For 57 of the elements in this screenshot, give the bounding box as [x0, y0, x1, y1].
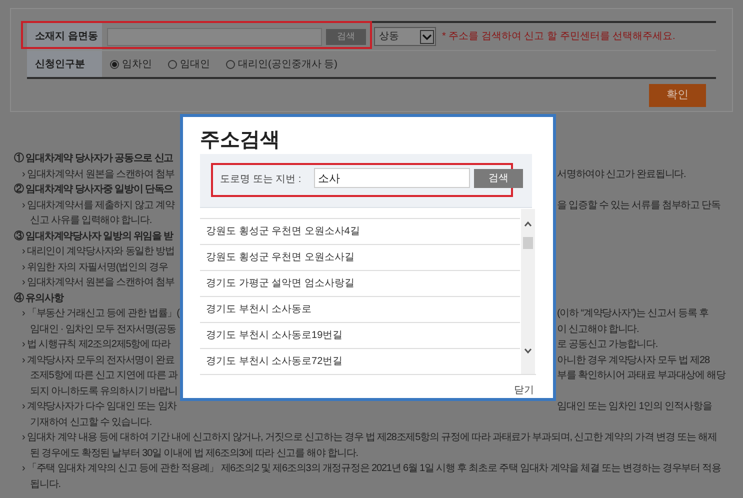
note-text: › 임대차 계약 내용 등에 대하여 기간 내에 신고하지 않거나, 거짓으로 신고하는 경우 법 제28조제5항의 규정에 따라 과태료가 부과되며, 신고한 계약의 가격 변경 또는 해제	[21, 431, 717, 446]
close-link[interactable]: 닫기	[514, 383, 534, 398]
note-text: › 임대차계약서 원본을 스캔하여 첨부	[21, 276, 174, 290]
search-label: 도로명 또는 지번 :	[220, 173, 302, 187]
scroll-down-icon[interactable]	[524, 348, 532, 354]
note-text: 이 신고해야 합니다.	[557, 322, 639, 337]
section-heading: ③ 임대차계약당사자 일방의 위임을 받	[14, 230, 174, 244]
confirm-button[interactable]: 확인	[649, 84, 706, 107]
result-item[interactable]: 강원도 횡성군 우천면 오원소사4길	[200, 218, 520, 244]
note-text: › 임대차계약서 원본을 스캔하여 첨부	[21, 168, 174, 182]
note-text: › 대리인이 계약당사자와 동일한 방법	[21, 245, 174, 260]
note-text: › 법 시행규칙 제2조의2제5항에 따라	[21, 338, 171, 352]
result-item[interactable]: 경기도 가평군 설악면 엄소사랑길	[200, 270, 520, 296]
note-text: › 계약당사자 모두의 전자서명이 완료	[21, 354, 174, 368]
result-item[interactable]: 경기도 부천시 소사동로19번길	[200, 322, 520, 348]
note-text: 조제5항에 따른 신고 지연에 따른 과	[29, 369, 178, 384]
radio-button[interactable]	[226, 60, 235, 68]
radio-option[interactable]: 임차인	[110, 56, 152, 72]
note-text: › 위임한 자의 자필서명(법인의 경우	[21, 260, 168, 275]
result-item[interactable]: 경기도 부천시 소사동로72번길	[200, 348, 520, 374]
note-text: 임대인 또는 임차인 1인의 인적사항을	[557, 400, 712, 414]
note-text: 로 공동신고 가능합니다.	[557, 338, 658, 352]
dialog-title: 주소검색	[200, 128, 280, 153]
note-text: 서명하여야 신고가 완료됩니다.	[557, 168, 686, 182]
note-text: 아니한 경우 계약당사자 모두 법 제28	[557, 354, 710, 368]
scrollbar[interactable]	[521, 209, 535, 374]
note-text: › 임대차계약서를 제출하지 않고 계약	[21, 198, 174, 213]
note-text: › 「주택 임대차 계약의 신고 등에 관한 적용례」 제6조의2 및 제6조의3의 개정규정은 2021년 6월 1일 시행 후 최초로 주택 임대차 계약을 체결 또는 변경하는 경우부터 적용	[21, 462, 722, 476]
field-label: 소재지 읍면동	[27, 23, 102, 50]
note-text: 을 입증할 수 있는 서류를 첨부하고 단독	[557, 198, 720, 213]
radio-option[interactable]: 대리인(공인중개사 등)	[226, 56, 338, 72]
radio-button[interactable]	[168, 60, 177, 68]
section-heading: ① 임대차계약 당사자가 공동으로 신고	[14, 152, 174, 166]
address-field[interactable]	[107, 28, 322, 46]
radio-button[interactable]	[110, 60, 119, 68]
note-text: 됩니다.	[29, 478, 60, 492]
section-heading: ④ 유의사항	[14, 292, 64, 306]
dropdown[interactable]: 상동	[374, 27, 436, 46]
hint-text: * 주소를 검색하여 신고 할 주민센터를 선택해주세요.	[442, 30, 676, 44]
note-text: 부를 확인하시어 과태료 부과대상에 해당	[557, 369, 726, 384]
note-text: 임대인 · 임차인 모두 전자서명(공동	[29, 322, 176, 337]
note-text: 신고 사유를 입력해야 합니다.	[29, 214, 152, 228]
result-item[interactable]: 경기도 부천시 소사동로	[200, 296, 520, 322]
note-text: 된 경우에도 확정된 날부터 30일 이내에 법 제6조의3에 따라 신고를 해야 합니다.	[29, 446, 358, 461]
scroll-thumb[interactable]	[523, 237, 533, 249]
note-text: › 「부동산 거래신고 등에 관한 법률」(	[21, 306, 180, 322]
scroll-up-icon[interactable]	[524, 221, 532, 227]
radio-option[interactable]: 임대인	[168, 56, 210, 72]
search-button[interactable]: 검색	[474, 169, 523, 188]
field-label: 신청인구분	[27, 51, 102, 77]
note-text: 기재하여 신고할 수 있습니다.	[29, 416, 152, 430]
search-field[interactable]: 소사	[314, 168, 470, 188]
section-heading: ② 임대차계약 당사자중 일방이 단독으	[14, 182, 174, 198]
result-item[interactable]: 강원도 횡성군 우천면 오원소사길	[200, 244, 520, 270]
note-text: 되지 아니하도록 유의하시기 바랍니	[29, 384, 178, 399]
note-text: › 계약당사자가 다수 임대인 또는 임차	[21, 400, 177, 414]
note-text: (이하 “계약당사자”)는 신고서 등록 후	[557, 307, 708, 322]
